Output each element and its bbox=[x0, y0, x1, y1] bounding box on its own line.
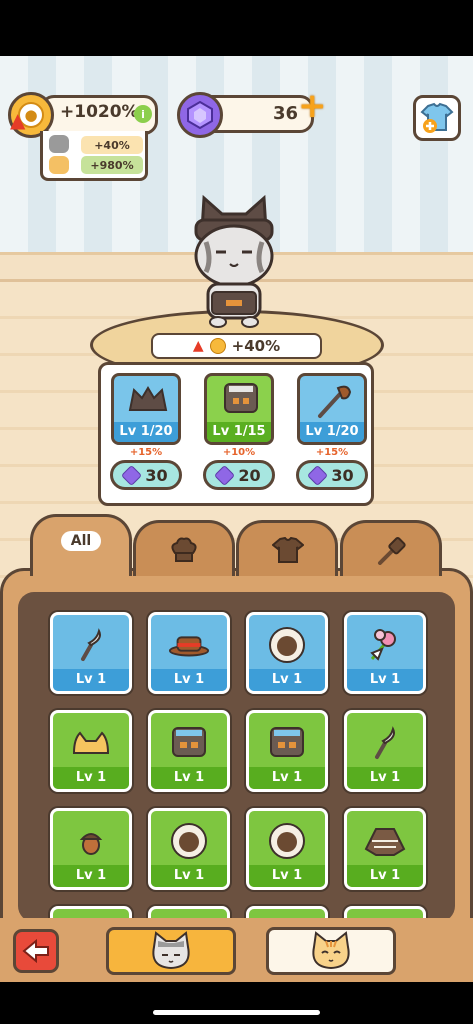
equipped-hat-pct: +15% bbox=[129, 447, 163, 458]
apron-icon bbox=[266, 723, 308, 763]
spatula-icon bbox=[376, 537, 406, 565]
item-level: Lv 1 bbox=[249, 767, 325, 789]
tab-tools[interactable] bbox=[340, 520, 442, 576]
item-level: Lv 1 bbox=[347, 767, 423, 789]
item-acorn[interactable]: Lv 1 bbox=[50, 808, 132, 890]
equipped-tool-slot[interactable]: Lv 1/20 bbox=[297, 373, 367, 445]
item-flower-bouquet[interactable]: Lv 1 bbox=[344, 612, 426, 694]
equipment-bonus-label: ▲ +40% bbox=[151, 333, 322, 359]
item-apron[interactable]: Lv 1 bbox=[148, 710, 230, 792]
item-fluffy-collar[interactable]: Lv 1 bbox=[246, 612, 328, 694]
tab-shirts[interactable] bbox=[236, 520, 338, 576]
tab-all[interactable]: All bbox=[30, 514, 132, 576]
home-indicator bbox=[153, 1010, 320, 1015]
gem-icon bbox=[307, 464, 329, 486]
shirt-plus-icon bbox=[420, 102, 454, 133]
cat-ear-hat-icon bbox=[70, 723, 112, 763]
equipped-shirt-level: Lv 1/15 bbox=[207, 422, 271, 442]
paw-coin-icon bbox=[209, 338, 226, 354]
orange-cat-tab[interactable] bbox=[266, 927, 396, 975]
item-fluffy-collar[interactable]: Lv 1 bbox=[148, 808, 230, 890]
item-fluffy-collar[interactable]: Lv 1 bbox=[246, 808, 328, 890]
gray-cat-character[interactable] bbox=[192, 190, 276, 328]
flower-bouquet-icon bbox=[364, 625, 406, 665]
item-level: Lv 1 bbox=[53, 865, 129, 887]
upgrade-tool-cost: 30 bbox=[331, 465, 354, 485]
info-icon[interactable]: i bbox=[134, 105, 152, 123]
apron-icon bbox=[224, 383, 258, 413]
shirt-icon bbox=[271, 536, 305, 563]
paw-bonus-value: +1020% bbox=[60, 102, 139, 122]
item-level: Lv 1 bbox=[151, 865, 227, 887]
item-level: Lv 1 bbox=[151, 669, 227, 691]
items-grid: Lv 1 Lv 1 Lv 1 Lv 1 Lv 1 Lv 1 Lv 1 Lv 1 … bbox=[18, 592, 455, 922]
equipped-hat-slot[interactable]: Lv 1/20 bbox=[111, 373, 181, 445]
fluffy-collar-icon bbox=[168, 821, 210, 861]
upgrade-hat-button[interactable]: 30 bbox=[110, 460, 182, 490]
straw-hat-icon bbox=[168, 625, 210, 665]
item-level: Lv 1 bbox=[249, 865, 325, 887]
up-arrow-icon: ▲ bbox=[10, 108, 26, 132]
equipped-tool-level: Lv 1/20 bbox=[300, 422, 364, 442]
shovel-icon bbox=[318, 385, 352, 418]
item-level: Lv 1 bbox=[53, 767, 129, 789]
sickle-icon bbox=[70, 625, 112, 665]
chef-hat-icon bbox=[169, 537, 199, 562]
gem-icon bbox=[121, 464, 143, 486]
tab-hats[interactable] bbox=[133, 520, 235, 576]
gray-cat-face-icon bbox=[152, 931, 190, 970]
upgrade-shirt-cost: 20 bbox=[238, 465, 261, 485]
item-apron[interactable]: Lv 1 bbox=[246, 710, 328, 792]
add-gems-plus-icon[interactable]: + bbox=[298, 86, 327, 126]
gray-cat-tab[interactable] bbox=[106, 927, 236, 975]
item-level: Lv 1 bbox=[53, 669, 129, 691]
gem-count: 36 bbox=[272, 103, 298, 124]
tab-all-label: All bbox=[60, 531, 102, 551]
equipped-shirt-slot[interactable]: Lv 1/15 bbox=[204, 373, 274, 445]
upgrade-hat-cost: 30 bbox=[145, 465, 168, 485]
up-arrow-icon: ▲ bbox=[192, 338, 204, 354]
witch-hat-icon bbox=[128, 386, 168, 411]
upgrade-shirt-button[interactable]: 20 bbox=[203, 460, 275, 490]
bonus-breakdown: +40% +980% bbox=[40, 131, 148, 181]
item-level: Lv 1 bbox=[151, 767, 227, 789]
equipped-hat-level: Lv 1/20 bbox=[114, 422, 178, 442]
item-level: Lv 1 bbox=[249, 669, 325, 691]
apron-icon bbox=[168, 723, 210, 763]
back-button[interactable] bbox=[13, 929, 59, 973]
item-level: Lv 1 bbox=[347, 669, 423, 691]
gray-cat-mini-icon bbox=[49, 135, 69, 153]
item-sickle[interactable]: Lv 1 bbox=[50, 612, 132, 694]
orange-cat-mini-icon bbox=[49, 156, 69, 174]
item-level: Lv 1 bbox=[347, 865, 423, 887]
equipment-bonus-value: +40% bbox=[231, 337, 281, 355]
equipped-tool-pct: +15% bbox=[315, 447, 349, 458]
gray-cat-bonus: +40% bbox=[81, 136, 143, 154]
equipped-panel: Lv 1/20 +15% 30 Lv 1/15 +10% 20 Lv 1/20 … bbox=[98, 362, 374, 506]
wardrobe-button[interactable] bbox=[413, 95, 461, 141]
item-straw-hat[interactable]: Lv 1 bbox=[148, 612, 230, 694]
sickle-icon bbox=[364, 723, 406, 763]
item-cat-ear-hat[interactable]: Lv 1 bbox=[50, 710, 132, 792]
fluffy-collar-icon bbox=[266, 625, 308, 665]
orange-cat-bonus: +980% bbox=[81, 156, 143, 174]
item-sickle[interactable]: Lv 1 bbox=[344, 710, 426, 792]
orange-cat-face-icon bbox=[312, 931, 350, 970]
item-poncho[interactable]: Lv 1 bbox=[344, 808, 426, 890]
gem-icon bbox=[214, 464, 236, 486]
fluffy-collar-icon bbox=[266, 821, 308, 861]
acorn-icon bbox=[70, 821, 112, 861]
back-arrow-icon bbox=[22, 939, 49, 963]
bottom-bar bbox=[0, 918, 473, 982]
poncho-icon bbox=[364, 821, 406, 861]
gem-icon bbox=[177, 92, 223, 138]
equipped-shirt-pct: +10% bbox=[222, 447, 256, 458]
upgrade-tool-button[interactable]: 30 bbox=[296, 460, 368, 490]
